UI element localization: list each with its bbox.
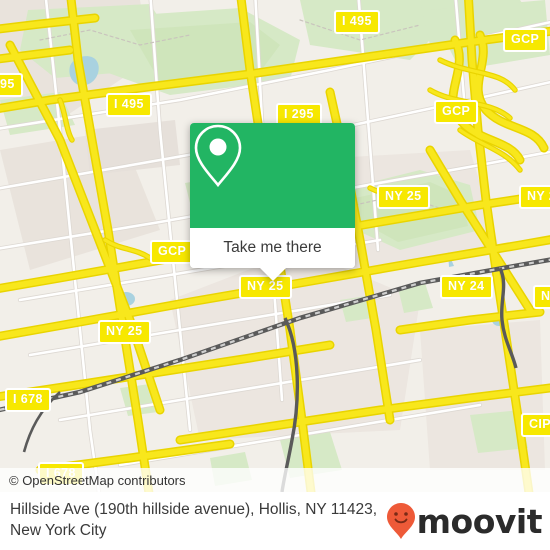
moovit-smiley-pin-icon xyxy=(386,503,415,539)
map-screenshot: .park{fill:#d6e9c6;} .parkdk{fill:#cfe5b… xyxy=(0,0,550,550)
footer-bar: Hillside Ave (190th hillside avenue), Ho… xyxy=(0,492,550,550)
shield-ny25-right: NY 25 xyxy=(377,185,430,209)
popup-header xyxy=(190,123,355,228)
take-me-there-label: Take me there xyxy=(223,239,322,256)
popup-tail-arrow xyxy=(259,268,286,281)
shield-gcp-mid: GCP xyxy=(434,100,479,124)
osm-attribution-text: © OpenStreetMap contributors xyxy=(9,472,186,488)
shield-ny25-left: NY 25 xyxy=(98,320,151,344)
map-pin-icon xyxy=(194,124,242,188)
map-canvas[interactable]: .park{fill:#d6e9c6;} .parkdk{fill:#cfe5b… xyxy=(0,0,550,492)
address-line-1: Hillside Ave (190th hillside avenue), Ho… xyxy=(10,501,378,518)
shield-cip: CIP xyxy=(521,413,550,437)
shield-n-edge-right: N xyxy=(533,285,550,309)
address-line-2: New York City xyxy=(10,522,107,539)
shield-i678-left: I 678 xyxy=(5,388,51,412)
map-attribution-bar: © OpenStreetMap contributors xyxy=(0,468,550,492)
shield-gcp-topright: GCP xyxy=(503,28,548,52)
moovit-brand[interactable]: moovit xyxy=(386,501,543,541)
location-popup[interactable]: Take me there xyxy=(190,123,355,281)
shield-i495-top: I 495 xyxy=(334,10,380,34)
moovit-wordmark: moovit xyxy=(416,501,543,541)
shield-95-edge-left: 95 xyxy=(0,73,23,97)
shield-i495-left: I 495 xyxy=(106,93,152,117)
shield-ny25-edge-right: NY 2 xyxy=(519,185,550,209)
take-me-there-button[interactable]: Take me there xyxy=(190,228,355,268)
address-block: Hillside Ave (190th hillside avenue), Ho… xyxy=(10,499,430,541)
shield-gcp-left: GCP xyxy=(150,240,195,264)
shield-ny24: NY 24 xyxy=(440,275,493,299)
popup-body: Take me there xyxy=(190,123,355,268)
